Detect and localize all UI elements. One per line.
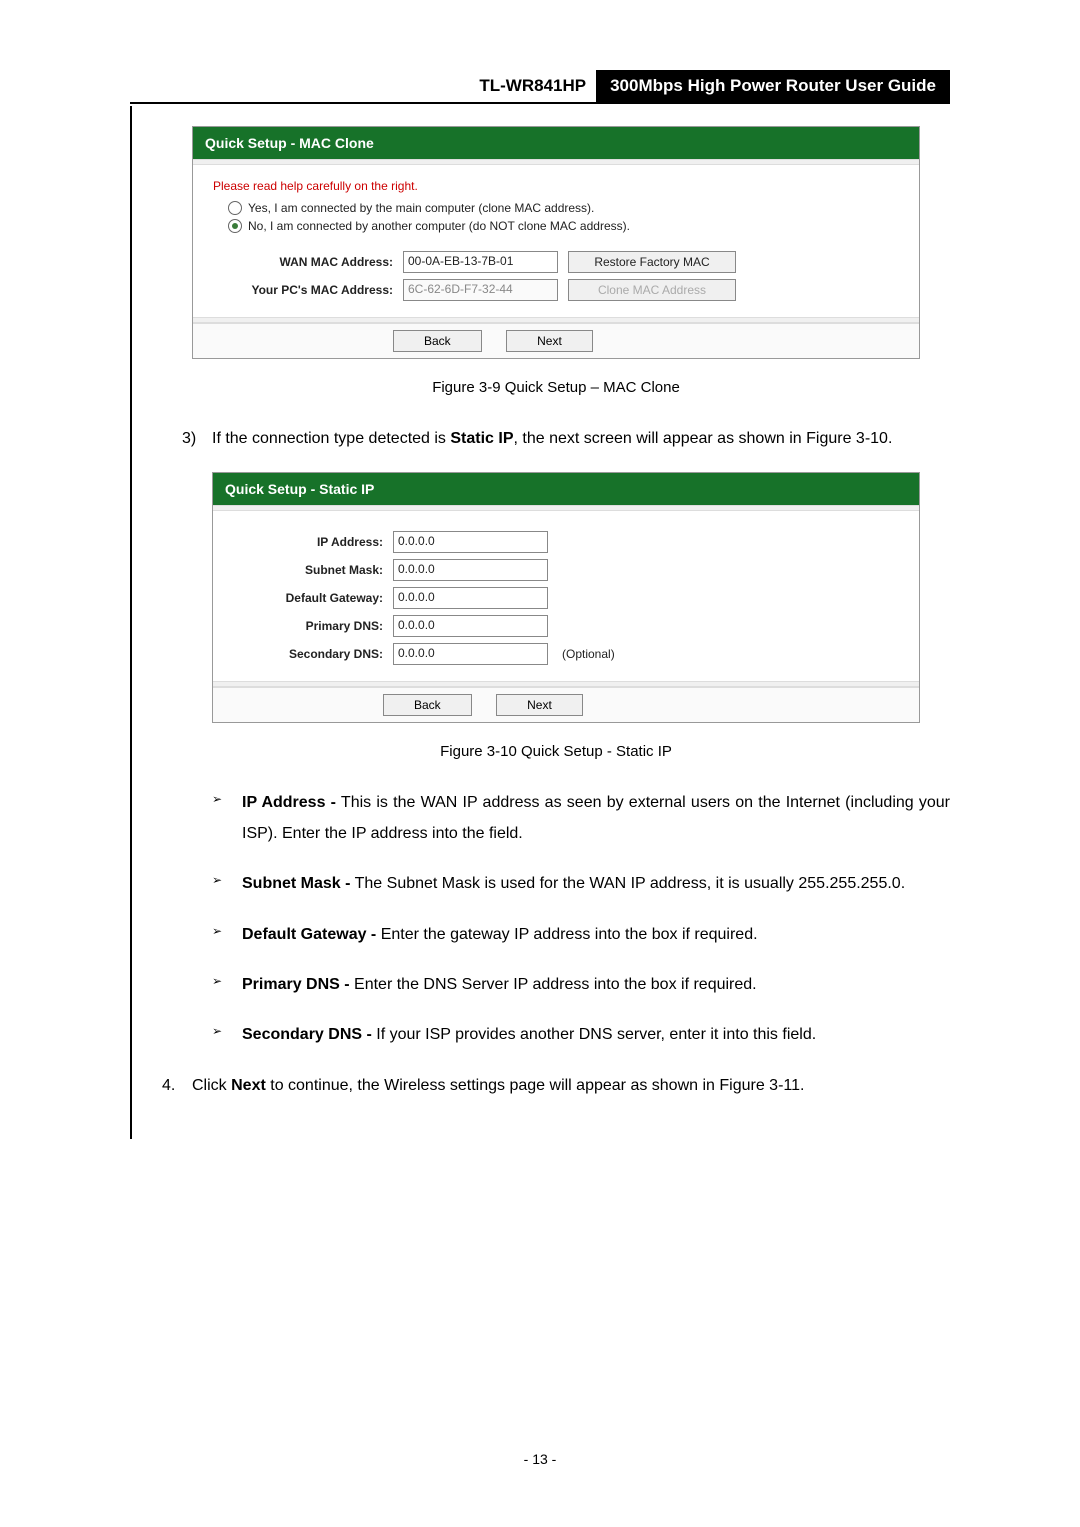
ip-address-label: IP Address: xyxy=(233,535,393,549)
panel-title: Quick Setup - Static IP xyxy=(213,473,919,505)
wan-mac-label: WAN MAC Address: xyxy=(213,255,403,269)
doc-header: TL-WR841HP 300Mbps High Power Router Use… xyxy=(130,70,950,104)
panel-title: Quick Setup - MAC Clone xyxy=(193,127,919,159)
primary-dns-label: Primary DNS: xyxy=(233,619,393,633)
help-text: Please read help carefully on the right. xyxy=(213,179,899,193)
radio-yes[interactable] xyxy=(228,201,242,215)
page-number: - 13 - xyxy=(0,1451,1080,1467)
subnet-mask-label: Subnet Mask: xyxy=(233,563,393,577)
chevron-icon: ➢ xyxy=(212,869,242,899)
chevron-icon: ➢ xyxy=(212,1020,242,1050)
default-gateway-input[interactable]: 0.0.0.0 xyxy=(393,587,548,609)
chevron-icon: ➢ xyxy=(212,920,242,950)
radio-no-label: No, I am connected by another computer (… xyxy=(248,219,630,233)
static-ip-panel: Quick Setup - Static IP IP Address: 0.0.… xyxy=(212,472,920,723)
step-text: If the connection type detected is Stati… xyxy=(212,424,950,454)
back-button[interactable]: Back xyxy=(393,330,482,352)
ip-address-input[interactable]: 0.0.0.0 xyxy=(393,531,548,553)
bullet-dns2: Secondary DNS - If your ISP provides ano… xyxy=(242,1020,950,1050)
bullet-ip: IP Address - This is the WAN IP address … xyxy=(242,788,950,849)
bullet-mask: Subnet Mask - The Subnet Mask is used fo… xyxy=(242,869,950,899)
clone-mac-button: Clone MAC Address xyxy=(568,279,736,301)
back-button[interactable]: Back xyxy=(383,694,472,716)
mac-clone-panel: Quick Setup - MAC Clone Please read help… xyxy=(192,126,920,359)
radio-yes-label: Yes, I am connected by the main computer… xyxy=(248,201,594,215)
chevron-icon: ➢ xyxy=(212,970,242,1000)
bullet-dns1: Primary DNS - Enter the DNS Server IP ad… xyxy=(242,970,950,1000)
restore-factory-mac-button[interactable]: Restore Factory MAC xyxy=(568,251,736,273)
step-number: 4. xyxy=(162,1071,192,1101)
pc-mac-label: Your PC's MAC Address: xyxy=(213,283,403,297)
figure-caption: Figure 3-10 Quick Setup - Static IP xyxy=(162,743,950,760)
bullet-gw: Default Gateway - Enter the gateway IP a… xyxy=(242,920,950,950)
secondary-dns-input[interactable]: 0.0.0.0 xyxy=(393,643,548,665)
guide-title: 300Mbps High Power Router User Guide xyxy=(596,70,950,102)
figure-caption: Figure 3-9 Quick Setup – MAC Clone xyxy=(162,379,950,396)
pc-mac-input: 6C-62-6D-F7-32-44 xyxy=(403,279,558,301)
optional-label: (Optional) xyxy=(562,647,615,661)
primary-dns-input[interactable]: 0.0.0.0 xyxy=(393,615,548,637)
wan-mac-input[interactable]: 00-0A-EB-13-7B-01 xyxy=(403,251,558,273)
next-button[interactable]: Next xyxy=(506,330,593,352)
radio-no[interactable] xyxy=(228,219,242,233)
model-number: TL-WR841HP xyxy=(469,70,596,102)
step-number: 3) xyxy=(182,424,212,454)
step-text: Click Next to continue, the Wireless set… xyxy=(192,1071,950,1101)
subnet-mask-input[interactable]: 0.0.0.0 xyxy=(393,559,548,581)
next-button[interactable]: Next xyxy=(496,694,583,716)
chevron-icon: ➢ xyxy=(212,788,242,849)
secondary-dns-label: Secondary DNS: xyxy=(233,647,393,661)
default-gateway-label: Default Gateway: xyxy=(233,591,393,605)
